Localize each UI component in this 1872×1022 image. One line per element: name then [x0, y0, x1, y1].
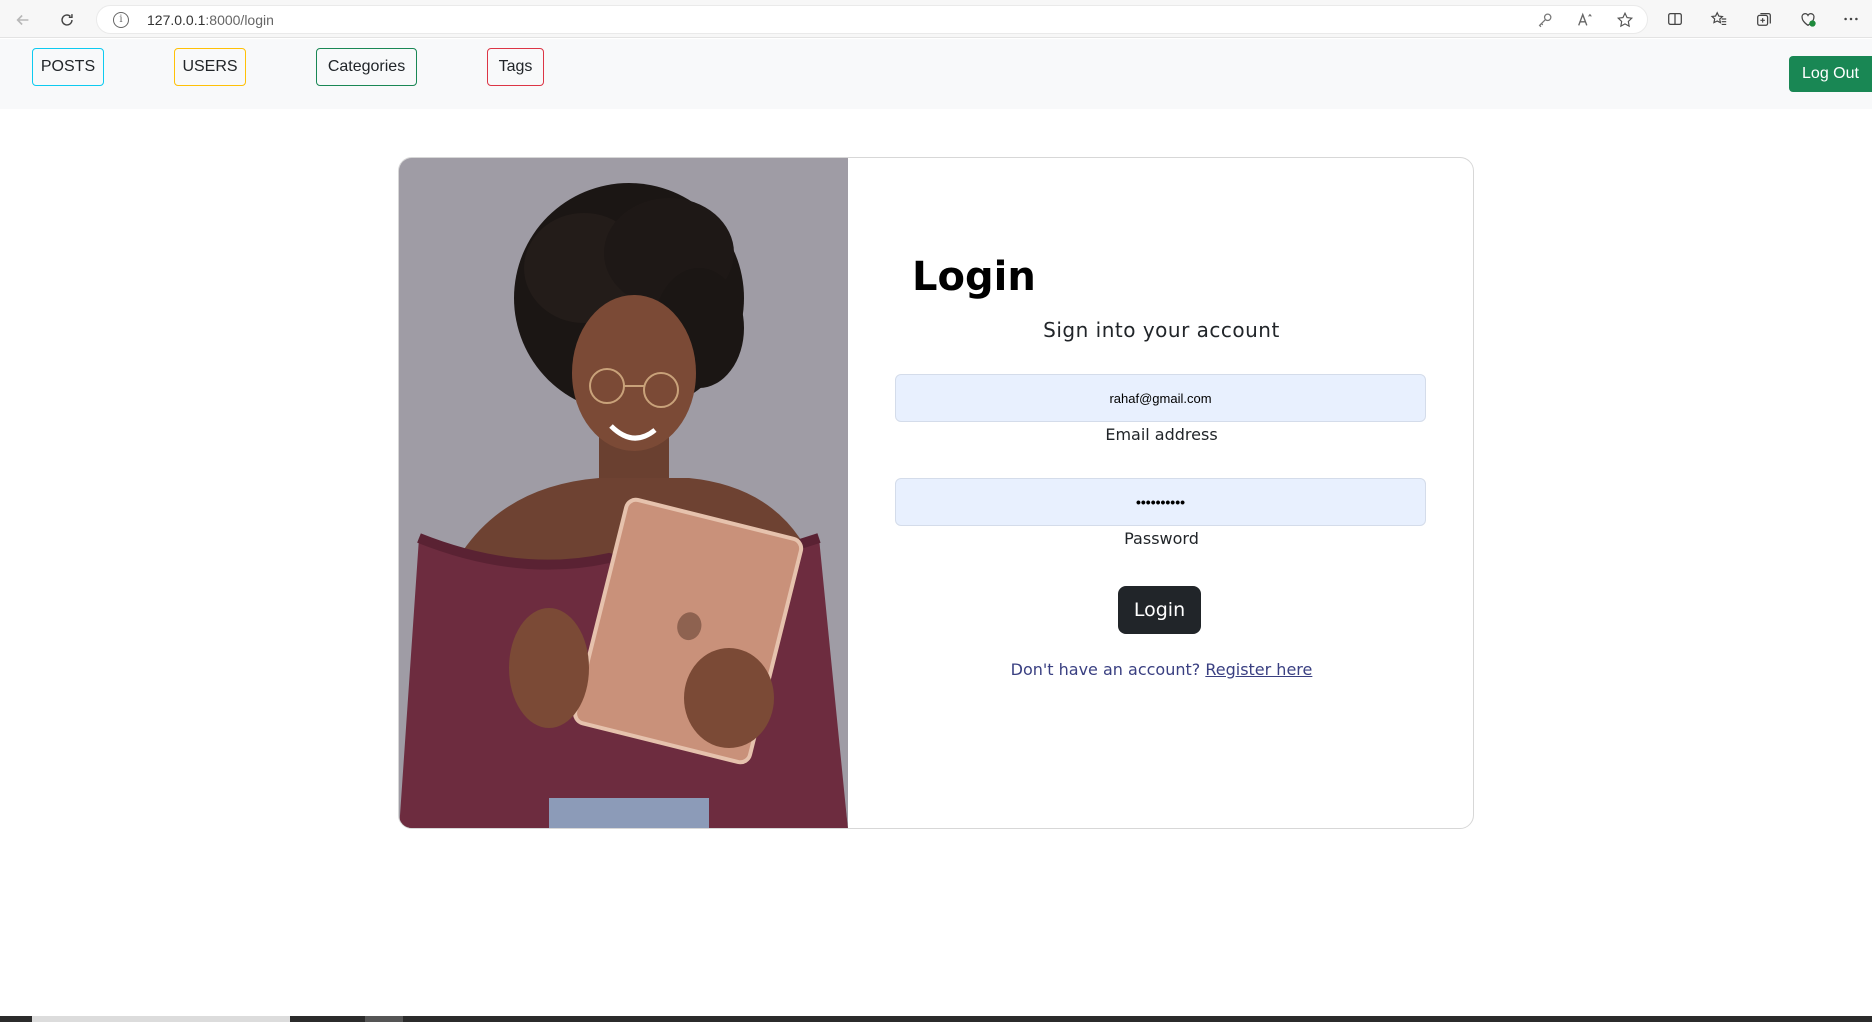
users-nav-button[interactable]: USERS: [174, 48, 246, 86]
more-options-icon[interactable]: [1840, 8, 1862, 30]
taskbar-item[interactable]: [365, 1016, 403, 1022]
register-prompt: Don't have an account? Register here: [848, 660, 1473, 679]
split-screen-icon[interactable]: [1664, 8, 1686, 30]
taskbar-item[interactable]: [32, 1016, 290, 1022]
login-photo: [399, 158, 848, 828]
register-prompt-text: Don't have an account?: [1010, 660, 1201, 679]
url-text: 127.0.0.1:8000/login: [147, 12, 274, 28]
email-label: Email address: [1105, 425, 1218, 444]
password-label: Password: [1124, 529, 1199, 548]
back-icon[interactable]: [10, 7, 36, 33]
login-subtitle: Sign into your account: [1043, 318, 1280, 342]
login-card: Login Sign into your account rahaf@gmail…: [398, 157, 1474, 829]
favorites-icon[interactable]: [1708, 8, 1730, 30]
address-bar[interactable]: i 127.0.0.1:8000/login: [96, 5, 1648, 34]
refresh-icon[interactable]: [54, 7, 80, 33]
posts-nav-button[interactable]: POSTS: [32, 48, 104, 86]
taskbar-strip: [0, 1016, 1872, 1022]
login-title: Login: [912, 254, 1036, 300]
collections-icon[interactable]: [1753, 8, 1775, 30]
app-navbar: POSTS USERS Categories Tags Log Out: [0, 39, 1872, 109]
email-field[interactable]: rahaf@gmail.com: [895, 374, 1426, 422]
browser-toolbar: i 127.0.0.1:8000/login: [0, 0, 1872, 38]
site-info-icon[interactable]: i: [113, 12, 129, 28]
favorite-star-icon[interactable]: [1614, 9, 1636, 31]
browser-essentials-icon[interactable]: [1797, 8, 1819, 30]
password-field[interactable]: ••••••••••: [895, 478, 1426, 526]
key-icon[interactable]: [1534, 9, 1556, 31]
logout-button[interactable]: Log Out: [1789, 56, 1872, 92]
read-aloud-icon[interactable]: [1574, 9, 1596, 31]
register-link[interactable]: Register here: [1205, 660, 1312, 679]
tags-nav-button[interactable]: Tags: [487, 48, 544, 86]
login-submit-button[interactable]: Login: [1118, 586, 1201, 634]
categories-nav-button[interactable]: Categories: [316, 48, 417, 86]
woman-with-tablet-illustration: [399, 158, 848, 828]
